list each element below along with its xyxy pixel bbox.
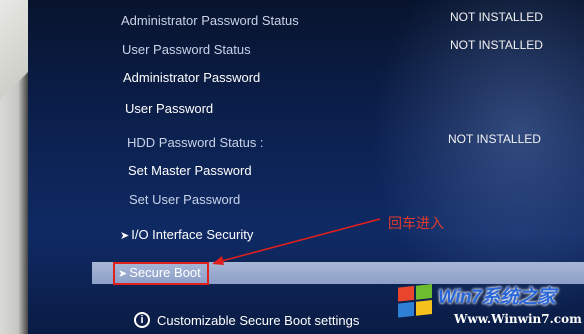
annotation-text: 回车进入 bbox=[388, 216, 444, 232]
watermark-logo: Win7系统之家 Www.Winwin7.com bbox=[392, 278, 582, 334]
annotation-arrowhead-icon bbox=[212, 256, 224, 265]
windows-flag-icon bbox=[398, 284, 432, 318]
help-text: Customizable Secure Boot settings bbox=[157, 312, 360, 328]
annotation-arrow-line bbox=[217, 218, 381, 263]
info-icon: i bbox=[134, 312, 150, 328]
watermark-title: Win7系统之家 bbox=[438, 287, 556, 308]
watermark-url: Www.Winwin7.com bbox=[454, 312, 582, 326]
help-line: i Customizable Secure Boot settings bbox=[134, 312, 359, 328]
